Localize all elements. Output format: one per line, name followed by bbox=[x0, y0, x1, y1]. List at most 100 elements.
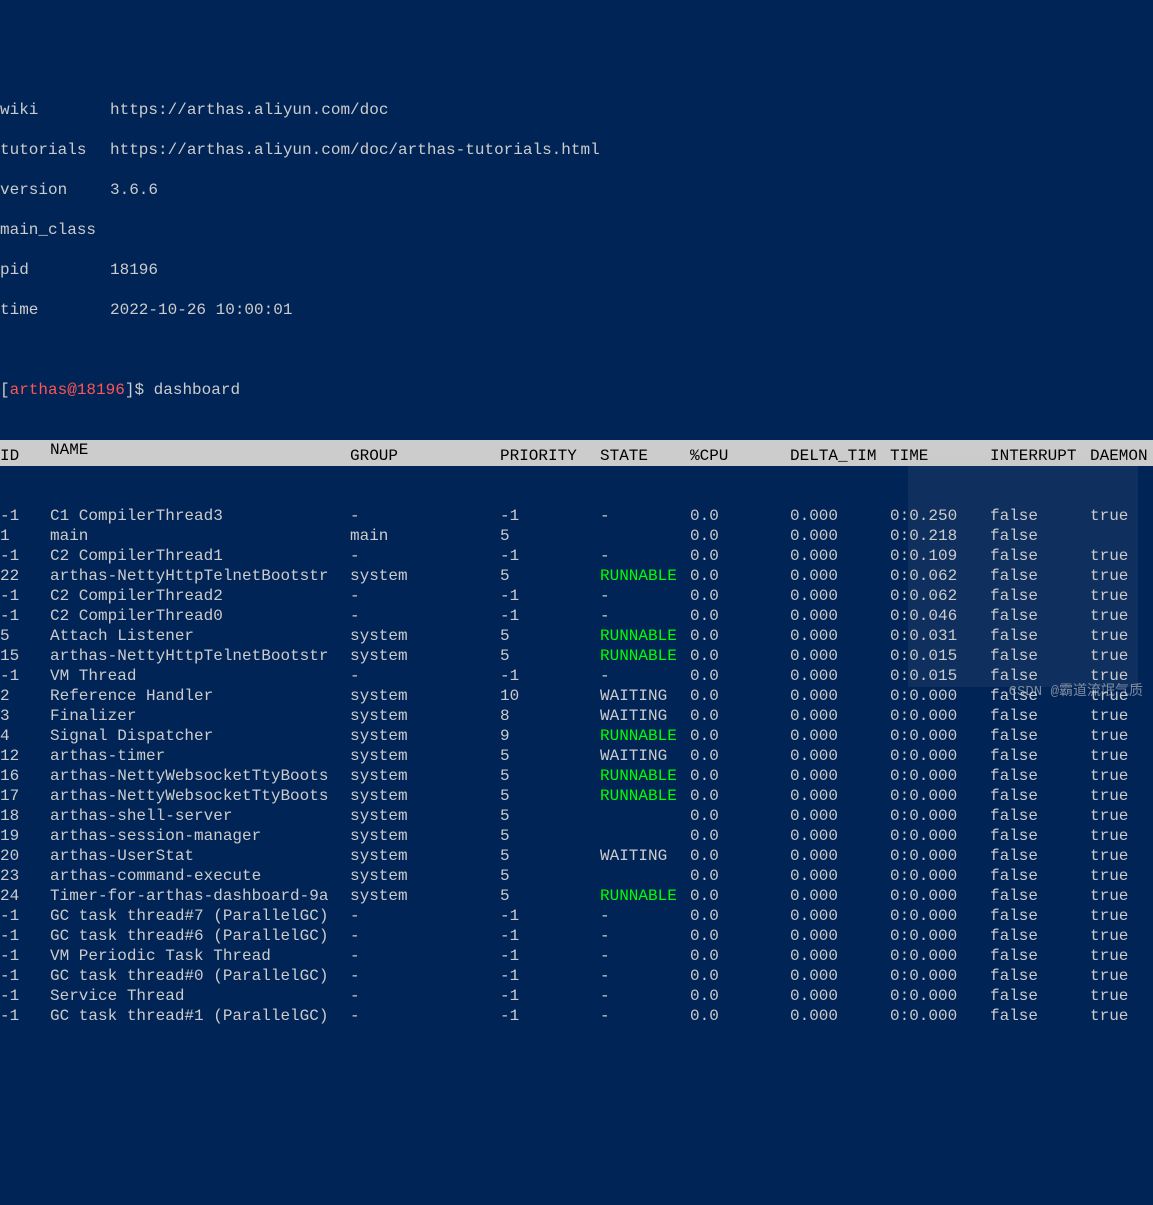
table-row: 23arthas-command-executesystem50.00.0000… bbox=[0, 866, 1153, 886]
header-cpu: %CPU bbox=[690, 446, 790, 466]
cell-cpu: 0.0 bbox=[690, 706, 790, 726]
cell-state: - bbox=[600, 946, 690, 966]
cell-cpu: 0.0 bbox=[690, 806, 790, 826]
cell-name: GC task thread#6 (ParallelGC) bbox=[50, 926, 350, 946]
cell-daemon: true bbox=[1090, 746, 1150, 766]
cell-group: system bbox=[350, 766, 500, 786]
cell-interrupt: false bbox=[990, 786, 1090, 806]
cell-delta: 0.000 bbox=[790, 546, 890, 566]
prompt-line[interactable]: [arthas@18196]$ dashboard bbox=[0, 380, 1153, 400]
cell-group: system bbox=[350, 806, 500, 826]
cell-id: 19 bbox=[0, 826, 50, 846]
cell-delta: 0.000 bbox=[790, 826, 890, 846]
cell-id: 4 bbox=[0, 726, 50, 746]
wiki-label: wiki bbox=[0, 100, 110, 120]
cell-state: - bbox=[600, 966, 690, 986]
time-label: time bbox=[0, 300, 110, 320]
info-tutorials: tutorialshttps://arthas.aliyun.com/doc/a… bbox=[0, 140, 1153, 160]
cell-name: arthas-NettyHttpTelnetBootstr bbox=[50, 566, 350, 586]
cell-id: -1 bbox=[0, 606, 50, 626]
mainclass-label: main_class bbox=[0, 220, 110, 240]
table-row: -1GC task thread#7 (ParallelGC)--1-0.00.… bbox=[0, 906, 1153, 926]
cell-delta: 0.000 bbox=[790, 606, 890, 626]
table-row: -1GC task thread#6 (ParallelGC)--1-0.00.… bbox=[0, 926, 1153, 946]
cell-group: - bbox=[350, 546, 500, 566]
cell-state: WAITING bbox=[600, 746, 690, 766]
table-row: 16arthas-NettyWebsocketTtyBootssystem5RU… bbox=[0, 766, 1153, 786]
cell-name: GC task thread#0 (ParallelGC) bbox=[50, 966, 350, 986]
table-row: 2Reference Handlersystem10WAITING0.00.00… bbox=[0, 686, 1153, 706]
info-pid: pid18196 bbox=[0, 260, 1153, 280]
cell-cpu: 0.0 bbox=[690, 586, 790, 606]
cell-priority: 5 bbox=[500, 566, 600, 586]
prompt-text: arthas@18196 bbox=[10, 381, 125, 399]
cell-interrupt: false bbox=[990, 766, 1090, 786]
cell-id: 20 bbox=[0, 846, 50, 866]
cell-daemon: true bbox=[1090, 826, 1150, 846]
cell-state: WAITING bbox=[600, 846, 690, 866]
cell-name: C2 CompilerThread2 bbox=[50, 586, 350, 606]
cell-delta: 0.000 bbox=[790, 986, 890, 1006]
cell-priority: -1 bbox=[500, 966, 600, 986]
cell-priority: 5 bbox=[500, 786, 600, 806]
cell-id: -1 bbox=[0, 946, 50, 966]
cell-group: system bbox=[350, 626, 500, 646]
wiki-value: https://arthas.aliyun.com/doc bbox=[110, 100, 388, 120]
cell-state: RUNNABLE bbox=[600, 626, 690, 646]
prompt-dollar: $ bbox=[134, 381, 153, 399]
cell-cpu: 0.0 bbox=[690, 746, 790, 766]
cell-state: - bbox=[600, 1006, 690, 1026]
cell-delta: 0.000 bbox=[790, 666, 890, 686]
qr-watermark-overlay bbox=[908, 457, 1138, 687]
cell-delta: 0.000 bbox=[790, 646, 890, 666]
cell-daemon: true bbox=[1090, 766, 1150, 786]
cell-priority: 5 bbox=[500, 866, 600, 886]
cell-priority: 8 bbox=[500, 706, 600, 726]
cell-group: system bbox=[350, 826, 500, 846]
cell-name: C2 CompilerThread1 bbox=[50, 546, 350, 566]
cell-group: - bbox=[350, 986, 500, 1006]
cell-time: 0:0.000 bbox=[890, 986, 990, 1006]
cell-cpu: 0.0 bbox=[690, 766, 790, 786]
cell-cpu: 0.0 bbox=[690, 526, 790, 546]
cell-interrupt: false bbox=[990, 946, 1090, 966]
cell-delta: 0.000 bbox=[790, 1006, 890, 1026]
cell-state: RUNNABLE bbox=[600, 566, 690, 586]
cell-cpu: 0.0 bbox=[690, 986, 790, 1006]
cell-delta: 0.000 bbox=[790, 966, 890, 986]
cell-id: -1 bbox=[0, 966, 50, 986]
cell-name: arthas-shell-server bbox=[50, 806, 350, 826]
cell-time: 0:0.000 bbox=[890, 786, 990, 806]
header-group: GROUP bbox=[350, 446, 500, 466]
cell-delta: 0.000 bbox=[790, 886, 890, 906]
table-row: -1GC task thread#0 (ParallelGC)--1-0.00.… bbox=[0, 966, 1153, 986]
cell-id: -1 bbox=[0, 546, 50, 566]
cell-delta: 0.000 bbox=[790, 746, 890, 766]
cell-id: 22 bbox=[0, 566, 50, 586]
cell-time: 0:0.000 bbox=[890, 906, 990, 926]
cell-time: 0:0.000 bbox=[890, 946, 990, 966]
cell-name: arthas-UserStat bbox=[50, 846, 350, 866]
cell-id: -1 bbox=[0, 986, 50, 1006]
cell-id: 5 bbox=[0, 626, 50, 646]
cell-group: system bbox=[350, 846, 500, 866]
pid-label: pid bbox=[0, 260, 110, 280]
cell-cpu: 0.0 bbox=[690, 826, 790, 846]
table-row: 12arthas-timersystem5WAITING0.00.0000:0.… bbox=[0, 746, 1153, 766]
cell-priority: -1 bbox=[500, 1006, 600, 1026]
cell-group: system bbox=[350, 786, 500, 806]
cell-cpu: 0.0 bbox=[690, 566, 790, 586]
cell-priority: 5 bbox=[500, 626, 600, 646]
cell-name: GC task thread#1 (ParallelGC) bbox=[50, 1006, 350, 1026]
cell-name: arthas-command-execute bbox=[50, 866, 350, 886]
cell-delta: 0.000 bbox=[790, 706, 890, 726]
cell-daemon: true bbox=[1090, 906, 1150, 926]
cell-priority: 5 bbox=[500, 886, 600, 906]
table-row: 19arthas-session-managersystem50.00.0000… bbox=[0, 826, 1153, 846]
command-input[interactable]: dashboard bbox=[154, 381, 240, 399]
cell-delta: 0.000 bbox=[790, 566, 890, 586]
cell-state: WAITING bbox=[600, 686, 690, 706]
cell-time: 0:0.000 bbox=[890, 746, 990, 766]
cell-priority: -1 bbox=[500, 506, 600, 526]
cell-group: system bbox=[350, 646, 500, 666]
